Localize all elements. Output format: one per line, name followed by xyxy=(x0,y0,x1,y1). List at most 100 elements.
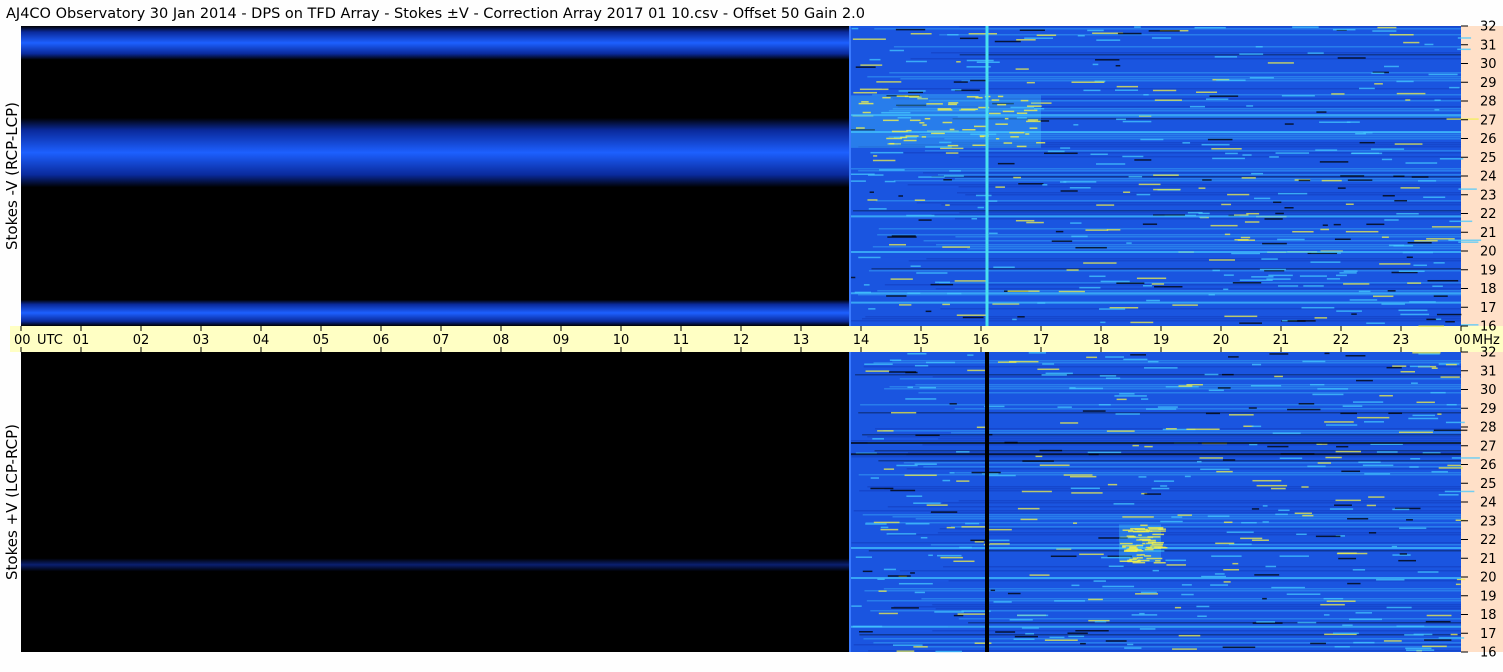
spectral-texture xyxy=(926,258,1461,260)
spectral-texture xyxy=(958,618,1461,620)
spectral-speckle xyxy=(879,169,905,171)
spectral-speckle xyxy=(1262,597,1267,600)
activity-speckle xyxy=(995,123,1008,125)
activity-speckle xyxy=(924,117,931,120)
spectral-speckle xyxy=(1071,81,1105,83)
spectral-speckle xyxy=(1071,235,1088,238)
spectral-speckle xyxy=(1096,163,1126,165)
y-tick-label: 19 xyxy=(1480,589,1497,604)
spectral-speckle xyxy=(863,284,870,286)
spectral-speckle xyxy=(1279,555,1309,557)
activity-speckle xyxy=(948,102,959,104)
spectral-speckle xyxy=(1460,324,1479,326)
spectral-speckle xyxy=(914,364,929,367)
spectral-speckle xyxy=(1317,388,1349,390)
spectral-speckle xyxy=(1049,636,1065,639)
spectral-speckle xyxy=(1024,37,1054,39)
spectral-speckle xyxy=(1240,537,1263,540)
activity-speckle xyxy=(972,144,986,147)
spectral-speckle xyxy=(1119,393,1135,395)
spectral-texture xyxy=(916,202,1461,204)
x-tick-label: 10 xyxy=(613,333,630,348)
spectral-texture xyxy=(883,588,1461,590)
spectral-speckle xyxy=(1071,492,1103,494)
spectral-texture xyxy=(864,590,1461,592)
y-tick-label: 24 xyxy=(1480,170,1497,185)
data-start-edge xyxy=(849,352,851,652)
activity-speckle xyxy=(1127,548,1139,550)
spectral-speckle xyxy=(1058,290,1085,293)
spectral-speckle xyxy=(993,266,1015,269)
spectral-speckle xyxy=(1177,514,1192,516)
spectral-speckle xyxy=(975,194,992,197)
spectral-speckle xyxy=(1398,270,1425,273)
spectral-speckle xyxy=(872,438,884,440)
spectral-speckle xyxy=(1244,221,1260,223)
y-tick-label: 18 xyxy=(1480,282,1497,297)
spectral-speckle xyxy=(1431,367,1438,369)
y-label-top: Stokes -V (RCP-LCP) xyxy=(3,102,21,250)
spectral-speckle xyxy=(1098,404,1111,406)
spectral-speckle xyxy=(1377,26,1397,29)
y-tick-label: 21 xyxy=(1480,226,1497,241)
activity-speckle xyxy=(1136,554,1142,556)
spectral-texture xyxy=(884,488,1461,490)
spectral-speckle xyxy=(1358,461,1381,464)
spectral-speckle xyxy=(1200,468,1230,471)
spectral-texture xyxy=(853,510,1461,512)
spectral-speckle xyxy=(1071,584,1080,587)
spectral-speckle xyxy=(1333,223,1341,226)
spectral-speckle xyxy=(1072,522,1078,524)
spectral-speckle xyxy=(1310,261,1341,263)
spectral-speckle xyxy=(1347,517,1369,520)
spectral-speckle xyxy=(1115,64,1121,67)
spectral-speckle xyxy=(1009,619,1033,621)
spectral-speckle xyxy=(1458,188,1477,190)
spectral-speckle xyxy=(880,528,899,531)
spectral-speckle xyxy=(1302,360,1326,363)
activity-speckle xyxy=(858,102,874,105)
spectral-speckle xyxy=(853,91,878,94)
spectral-speckle xyxy=(1316,111,1327,113)
activity-speckle xyxy=(1144,555,1152,557)
activity-speckle xyxy=(937,109,953,111)
spectral-texture xyxy=(893,180,1461,182)
spectral-texture xyxy=(871,268,1461,270)
spectral-speckle xyxy=(1211,148,1242,150)
spectral-speckle xyxy=(971,217,978,220)
spectral-speckle xyxy=(1055,230,1064,233)
activity-speckle xyxy=(862,111,871,114)
spectral-speckle xyxy=(988,232,998,235)
activity-speckle xyxy=(1147,527,1164,529)
spectral-speckle xyxy=(1124,647,1142,649)
spectral-speckle xyxy=(1256,484,1288,487)
spectral-texture xyxy=(867,76,1461,78)
activity-speckle xyxy=(947,144,959,147)
spectral-speckle xyxy=(1440,376,1460,378)
spectral-speckle xyxy=(1298,179,1311,182)
spectral-speckle xyxy=(1068,635,1085,638)
activity-speckle xyxy=(882,119,899,122)
y-tick-label: 32 xyxy=(1480,346,1497,361)
spectral-speckle xyxy=(1212,157,1245,160)
spectral-speckle xyxy=(890,278,913,280)
spectral-speckle xyxy=(1445,363,1457,366)
spectral-texture xyxy=(884,388,1461,390)
spectral-texture xyxy=(862,514,1461,516)
spectral-speckle xyxy=(1278,285,1299,287)
spectral-speckle xyxy=(962,316,984,319)
spectral-speckle xyxy=(1261,258,1278,260)
spectral-speckle xyxy=(1396,80,1414,83)
spectral-speckle xyxy=(1138,476,1147,478)
activity-speckle xyxy=(889,142,895,145)
pre-data-band xyxy=(21,299,849,326)
spectral-speckle xyxy=(1221,203,1232,206)
spectral-speckle xyxy=(949,170,961,172)
spectral-speckle xyxy=(852,38,886,40)
spectral-speckle xyxy=(1106,229,1121,231)
spectral-speckle xyxy=(925,310,932,313)
spectral-speckle xyxy=(1197,615,1207,617)
y-tick-label: 25 xyxy=(1480,151,1497,166)
spectral-speckle xyxy=(1105,640,1127,642)
spectral-speckle xyxy=(1077,34,1085,37)
